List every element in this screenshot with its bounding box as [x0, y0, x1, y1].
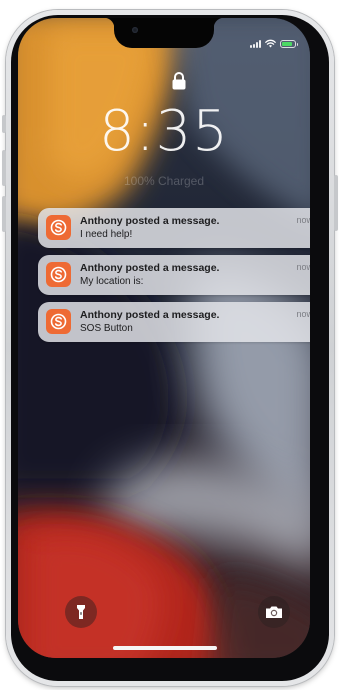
charge-status: 100% Charged — [123, 174, 205, 188]
power-button — [334, 175, 338, 231]
signal-bars-icon — [250, 39, 261, 48]
battery-level — [282, 41, 293, 46]
notch — [104, 18, 224, 48]
home-indicator[interactable] — [113, 646, 217, 650]
notification-card[interactable]: Anthony posted a message. My location is… — [38, 255, 310, 295]
flashlight-icon — [77, 605, 85, 619]
volume-up-button — [2, 150, 6, 186]
notification-body: I need help! — [80, 229, 133, 240]
notification-list: Anthony posted a message. I need help! n… — [38, 208, 310, 349]
notification-card[interactable]: Anthony posted a message. I need help! n… — [38, 208, 310, 248]
lock-icon — [172, 72, 186, 90]
notification-body: SOS Button — [80, 323, 133, 334]
notification-body: My location is: — [80, 276, 144, 287]
sos-app-icon — [46, 309, 71, 334]
flashlight-button[interactable] — [65, 596, 97, 628]
notification-card[interactable]: Anthony posted a message. SOS Button now — [38, 302, 310, 342]
notification-time: now — [296, 215, 310, 225]
notification-title: Anthony posted a message. — [80, 262, 220, 274]
lock-screen[interactable]: 8:35 100% Charged Anthony posted a messa… — [18, 18, 310, 658]
action-button — [2, 115, 6, 133]
front-camera — [132, 27, 138, 33]
camera-button[interactable] — [258, 596, 290, 628]
sos-app-icon — [46, 262, 71, 287]
lock-screen-time: 8:35 — [99, 99, 229, 164]
camera-icon — [266, 606, 282, 618]
status-bar — [250, 39, 298, 48]
volume-down-button — [2, 196, 6, 232]
sos-app-icon — [46, 215, 71, 240]
wifi-icon — [265, 39, 276, 48]
battery-charging-icon — [280, 39, 298, 48]
notification-time: now — [296, 262, 310, 272]
notification-time: now — [296, 309, 310, 319]
notification-title: Anthony posted a message. — [80, 215, 220, 227]
notification-title: Anthony posted a message. — [80, 309, 220, 321]
